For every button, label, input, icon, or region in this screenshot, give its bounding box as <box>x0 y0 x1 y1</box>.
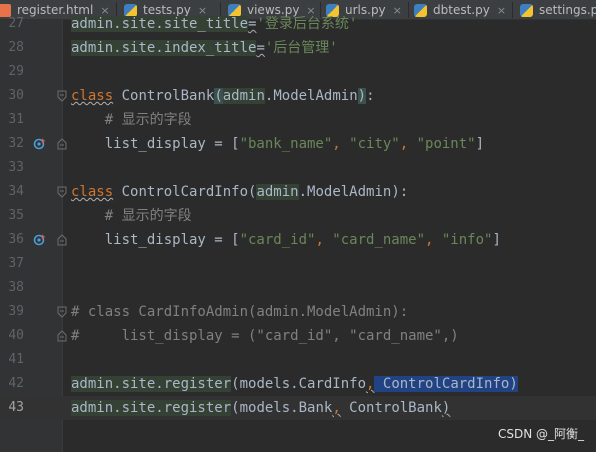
fold-close-icon[interactable] <box>57 330 67 342</box>
line-number: 27 <box>8 16 24 31</box>
code-text: class ControlBank(admin.ModelAdmin): <box>71 88 375 104</box>
fold-close-icon[interactable] <box>57 138 67 150</box>
code-line[interactable]: 38 <box>0 276 596 300</box>
code-line[interactable]: 42 admin.site.register(models.CardInfo, … <box>0 372 596 396</box>
fold-open-icon[interactable] <box>57 90 67 102</box>
code-text: list_display = ["bank_name", "city", "po… <box>71 136 485 152</box>
comment-text: # class CardInfoAdmin(admin.ModelAdmin): <box>71 304 409 320</box>
code-line[interactable]: 30 class ControlBank(admin.ModelAdmin): <box>0 84 596 108</box>
code-text: admin.site.register(models.CardInfo, Con… <box>71 376 518 392</box>
code-line[interactable]: 27 admin.site.site_title='登录后台系统' <box>0 12 596 36</box>
line-number: 37 <box>8 256 24 271</box>
code-line[interactable]: 32 list_display = ["bank_name", "city", … <box>0 132 596 156</box>
code-line[interactable]: 28 admin.site.index_title='后台管理' <box>0 36 596 60</box>
line-number: 32 <box>8 136 24 151</box>
line-number: 39 <box>8 304 24 319</box>
code-line[interactable]: 33 <box>0 156 596 180</box>
text-selection: ControlCardInfo <box>374 376 510 392</box>
line-number: 28 <box>8 40 24 55</box>
line-number: 30 <box>8 88 24 103</box>
line-number: 38 <box>8 280 24 295</box>
fold-close-icon[interactable] <box>57 234 67 246</box>
code-line[interactable]: 41 <box>0 348 596 372</box>
code-text: class ControlCardInfo(admin.ModelAdmin): <box>71 184 409 200</box>
line-number: 29 <box>8 64 24 79</box>
code-line[interactable]: 34 class ControlCardInfo(admin.ModelAdmi… <box>0 180 596 204</box>
code-text: admin.site.site_title='登录后台系统' <box>71 16 358 32</box>
code-editor[interactable]: 27 admin.site.site_title='登录后台系统' 28 adm… <box>0 16 596 452</box>
fold-open-icon[interactable] <box>57 306 67 318</box>
line-number: 41 <box>8 352 24 367</box>
code-text: list_display = ["card_id", "card_name", … <box>71 232 501 248</box>
line-number: 36 <box>8 232 24 247</box>
line-number: 35 <box>8 208 24 223</box>
code-line[interactable]: 31 # 显示的字段 <box>0 108 596 132</box>
line-number: 34 <box>8 184 24 199</box>
line-number: 43 <box>8 400 24 415</box>
override-marker-icon[interactable] <box>33 138 45 150</box>
override-marker-icon[interactable] <box>33 234 45 246</box>
code-text: admin.site.register(models.Bank, Control… <box>71 400 451 416</box>
line-number: 31 <box>8 112 24 127</box>
fold-open-icon[interactable] <box>57 186 67 198</box>
comment-text: # list_display = ("card_id", "card_name"… <box>71 328 459 344</box>
line-number: 40 <box>8 328 24 343</box>
code-text: admin.site.index_title='后台管理' <box>71 40 338 56</box>
comment-text: # 显示的字段 <box>71 112 192 128</box>
code-line[interactable]: 37 <box>0 252 596 276</box>
code-line[interactable]: 35 # 显示的字段 <box>0 204 596 228</box>
watermark-text: CSDN @_阿衡_ <box>497 427 584 441</box>
line-number: 42 <box>8 376 24 391</box>
code-line[interactable]: 40 # list_display = ("card_id", "card_na… <box>0 324 596 348</box>
code-line[interactable]: 36 list_display = ["card_id", "card_name… <box>0 228 596 252</box>
comment-text: # 显示的字段 <box>71 208 192 224</box>
code-line[interactable]: 29 <box>0 60 596 84</box>
code-line[interactable]: 39 # class CardInfoAdmin(admin.ModelAdmi… <box>0 300 596 324</box>
line-number: 33 <box>8 160 24 175</box>
current-code-line[interactable]: 43 admin.site.register(models.Bank, Cont… <box>0 396 596 420</box>
